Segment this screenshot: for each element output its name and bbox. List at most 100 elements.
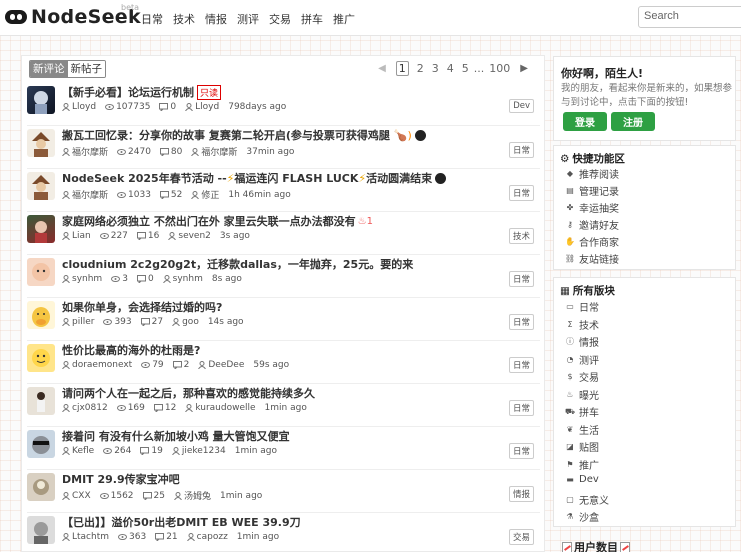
avatar[interactable]	[27, 430, 55, 458]
register-button[interactable]: 注册	[611, 112, 655, 131]
author[interactable]: piller	[62, 317, 94, 327]
last-reply[interactable]: Lloyd	[185, 102, 219, 112]
quick-item-invite[interactable]: ⚷ 邀请好友	[564, 217, 619, 232]
post-title[interactable]: 家庭网络必须独立 不然出门在外 家里云失联一点办法都没有 ♨1	[62, 213, 373, 229]
next-page-icon[interactable]: ▶	[520, 63, 528, 74]
nav-daily[interactable]: 日常	[141, 11, 163, 27]
avatar[interactable]	[27, 516, 55, 544]
nav-info[interactable]: 情报	[205, 11, 227, 27]
author[interactable]: Lloyd	[62, 102, 96, 112]
last-reply[interactable]: seven2	[168, 231, 211, 241]
author[interactable]: Ltachtm	[62, 532, 109, 542]
page-2[interactable]: 2	[417, 62, 424, 75]
post-item[interactable]: 【新手必看】论坛运行机制 只读 Lloyd 107735 0 Lloyd 798…	[27, 83, 540, 126]
category-badge[interactable]: 日常	[508, 142, 534, 158]
page-3[interactable]: 3	[432, 62, 439, 75]
author[interactable]: synhm	[62, 274, 102, 284]
category-badge[interactable]: 日常	[508, 400, 534, 416]
page-1[interactable]: 1	[395, 61, 409, 76]
post-item[interactable]: 【已出】】溢价50r出老DMIT EB WEE 39.9刀 Ltachtm 36…	[27, 513, 540, 551]
avatar[interactable]	[27, 301, 55, 329]
quick-item-lottery[interactable]: ✤ 幸运抽奖	[564, 200, 619, 215]
post-item[interactable]: cloudnium 2c2g20g2t，迁移款dallas，一年抛弃，25元。要…	[27, 255, 540, 298]
category-badge[interactable]: 日常	[508, 314, 534, 330]
avatar[interactable]	[27, 129, 55, 157]
last-reply[interactable]: capozz	[186, 532, 228, 542]
avatar[interactable]	[27, 172, 55, 200]
category-badge[interactable]: 日常	[508, 443, 534, 459]
post-title[interactable]: cloudnium 2c2g20g2t，迁移款dallas，一年抛弃，25元。要…	[62, 256, 413, 272]
prev-page-icon[interactable]: ◀	[378, 63, 386, 74]
post-title[interactable]: 搬瓦工回忆录：分享你的故事 复赛第二轮开启(参与投票可获得鸡腿 🍗)	[62, 127, 426, 143]
last-reply[interactable]: DeeDee	[198, 360, 244, 370]
page-4[interactable]: 4	[447, 62, 454, 75]
post-item[interactable]: DMIT 29.9传家宝冲吧 CXX 1562 25 汤姆兔 1min ago …	[27, 470, 540, 513]
avatar[interactable]	[27, 86, 55, 114]
last-reply[interactable]: 汤姆兔	[174, 489, 211, 502]
post-title[interactable]: 【已出】】溢价50r出老DMIT EB WEE 39.9刀	[62, 514, 301, 530]
category-badge[interactable]: 日常	[508, 271, 534, 287]
board-meaningless[interactable]: ▢ 无意义	[564, 492, 609, 507]
board-expose[interactable]: ♨ 曝光	[564, 387, 599, 402]
page-100[interactable]: 100	[489, 62, 510, 75]
post-title[interactable]: NodeSeek 2025年春节活动 -- ⚡ 福运连闪 FLASH LUCK …	[62, 170, 447, 186]
last-reply[interactable]: 福尔摩斯	[191, 145, 237, 158]
post-title[interactable]: 性价比最高的海外的杜雨是?	[62, 342, 200, 358]
board-promo[interactable]: ⚑ 推广	[564, 457, 599, 472]
post-item[interactable]: 接着问 有没有什么新加坡小鸡 量大管饱又便宜 Kefle 264 19 jiek…	[27, 427, 540, 470]
post-title[interactable]: 【新手必看】论坛运行机制 只读	[62, 84, 222, 100]
board-images[interactable]: ◪ 贴图	[564, 439, 599, 454]
avatar[interactable]	[27, 215, 55, 243]
post-title[interactable]: 接着问 有没有什么新加坡小鸡 量大管饱又便宜	[62, 428, 290, 444]
login-button[interactable]: 登录	[563, 112, 607, 131]
author[interactable]: 福尔摩斯	[62, 145, 108, 158]
category-badge[interactable]: 日常	[508, 185, 534, 201]
category-badge[interactable]: 技术	[508, 228, 534, 244]
quick-item-partners[interactable]: ✋ 合作商家	[564, 234, 619, 249]
quick-item-admin-log[interactable]: ▤ 管理记录	[564, 183, 619, 198]
author[interactable]: Lian	[62, 231, 91, 241]
board-life[interactable]: ❦ 生活	[564, 422, 599, 437]
post-title[interactable]: 如果你单身，会选择结过婚的吗?	[62, 299, 222, 315]
board-tech[interactable]: Σ 技术	[564, 317, 599, 332]
post-item[interactable]: 家庭网络必须独立 不然出门在外 家里云失联一点办法都没有 ♨1 Lian 227…	[27, 212, 540, 255]
board-info[interactable]: ⓘ 情报	[564, 334, 599, 349]
post-title[interactable]: DMIT 29.9传家宝冲吧	[62, 471, 180, 487]
quick-item-recommended[interactable]: ◆ 推荐阅读	[564, 166, 619, 181]
category-badge[interactable]: 交易	[508, 529, 534, 545]
board-review[interactable]: ◔ 测评	[564, 352, 600, 367]
search-input[interactable]: Search	[638, 6, 741, 28]
nav-promo[interactable]: 推广	[333, 11, 355, 27]
category-badge[interactable]: 情报	[508, 486, 534, 502]
post-item[interactable]: 性价比最高的海外的杜雨是? doraemonext 79 2 DeeDee 59…	[27, 341, 540, 384]
board-dev[interactable]: ▬ Dev	[564, 474, 599, 485]
post-item[interactable]: 搬瓦工回忆录：分享你的故事 复赛第二轮开启(参与投票可获得鸡腿 🍗) 福尔摩斯 …	[27, 126, 540, 169]
tab-new-comments[interactable]: 新评论	[30, 61, 68, 77]
board-trade[interactable]: $ 交易	[564, 369, 599, 384]
site-logo[interactable]: NodeSeek beta	[5, 3, 141, 28]
author[interactable]: Kefle	[62, 446, 94, 456]
nav-tech[interactable]: 技术	[173, 11, 195, 27]
category-badge[interactable]: Dev	[509, 99, 534, 113]
post-item[interactable]: 如果你单身，会选择结过婚的吗? piller 393 27 goo 14s ag…	[27, 298, 540, 341]
avatar[interactable]	[27, 473, 55, 501]
author[interactable]: 福尔摩斯	[62, 188, 108, 201]
avatar[interactable]	[27, 387, 55, 415]
quick-item-links[interactable]: ⛓ 友站链接	[564, 251, 619, 266]
last-reply[interactable]: goo	[172, 317, 199, 327]
last-reply[interactable]: synhm	[162, 274, 203, 284]
last-reply[interactable]: kuraudowelle	[185, 403, 256, 413]
nav-trade[interactable]: 交易	[269, 11, 291, 27]
board-sandbox[interactable]: ⚗ 沙盒	[564, 509, 599, 524]
post-title[interactable]: 请问两个人在一起之后，那种喜欢的感觉能持续多久	[62, 385, 315, 401]
post-item[interactable]: NodeSeek 2025年春节活动 -- ⚡ 福运连闪 FLASH LUCK …	[27, 169, 540, 212]
category-badge[interactable]: 日常	[508, 357, 534, 373]
author[interactable]: CXX	[62, 491, 91, 501]
avatar[interactable]	[27, 258, 55, 286]
nav-review[interactable]: 测评	[237, 11, 259, 27]
avatar[interactable]	[27, 344, 55, 372]
last-reply[interactable]: jieke1234	[171, 446, 226, 456]
author[interactable]: doraemonext	[62, 360, 132, 370]
page-5[interactable]: 5	[462, 62, 469, 75]
nav-carpool[interactable]: 拼车	[301, 11, 323, 27]
